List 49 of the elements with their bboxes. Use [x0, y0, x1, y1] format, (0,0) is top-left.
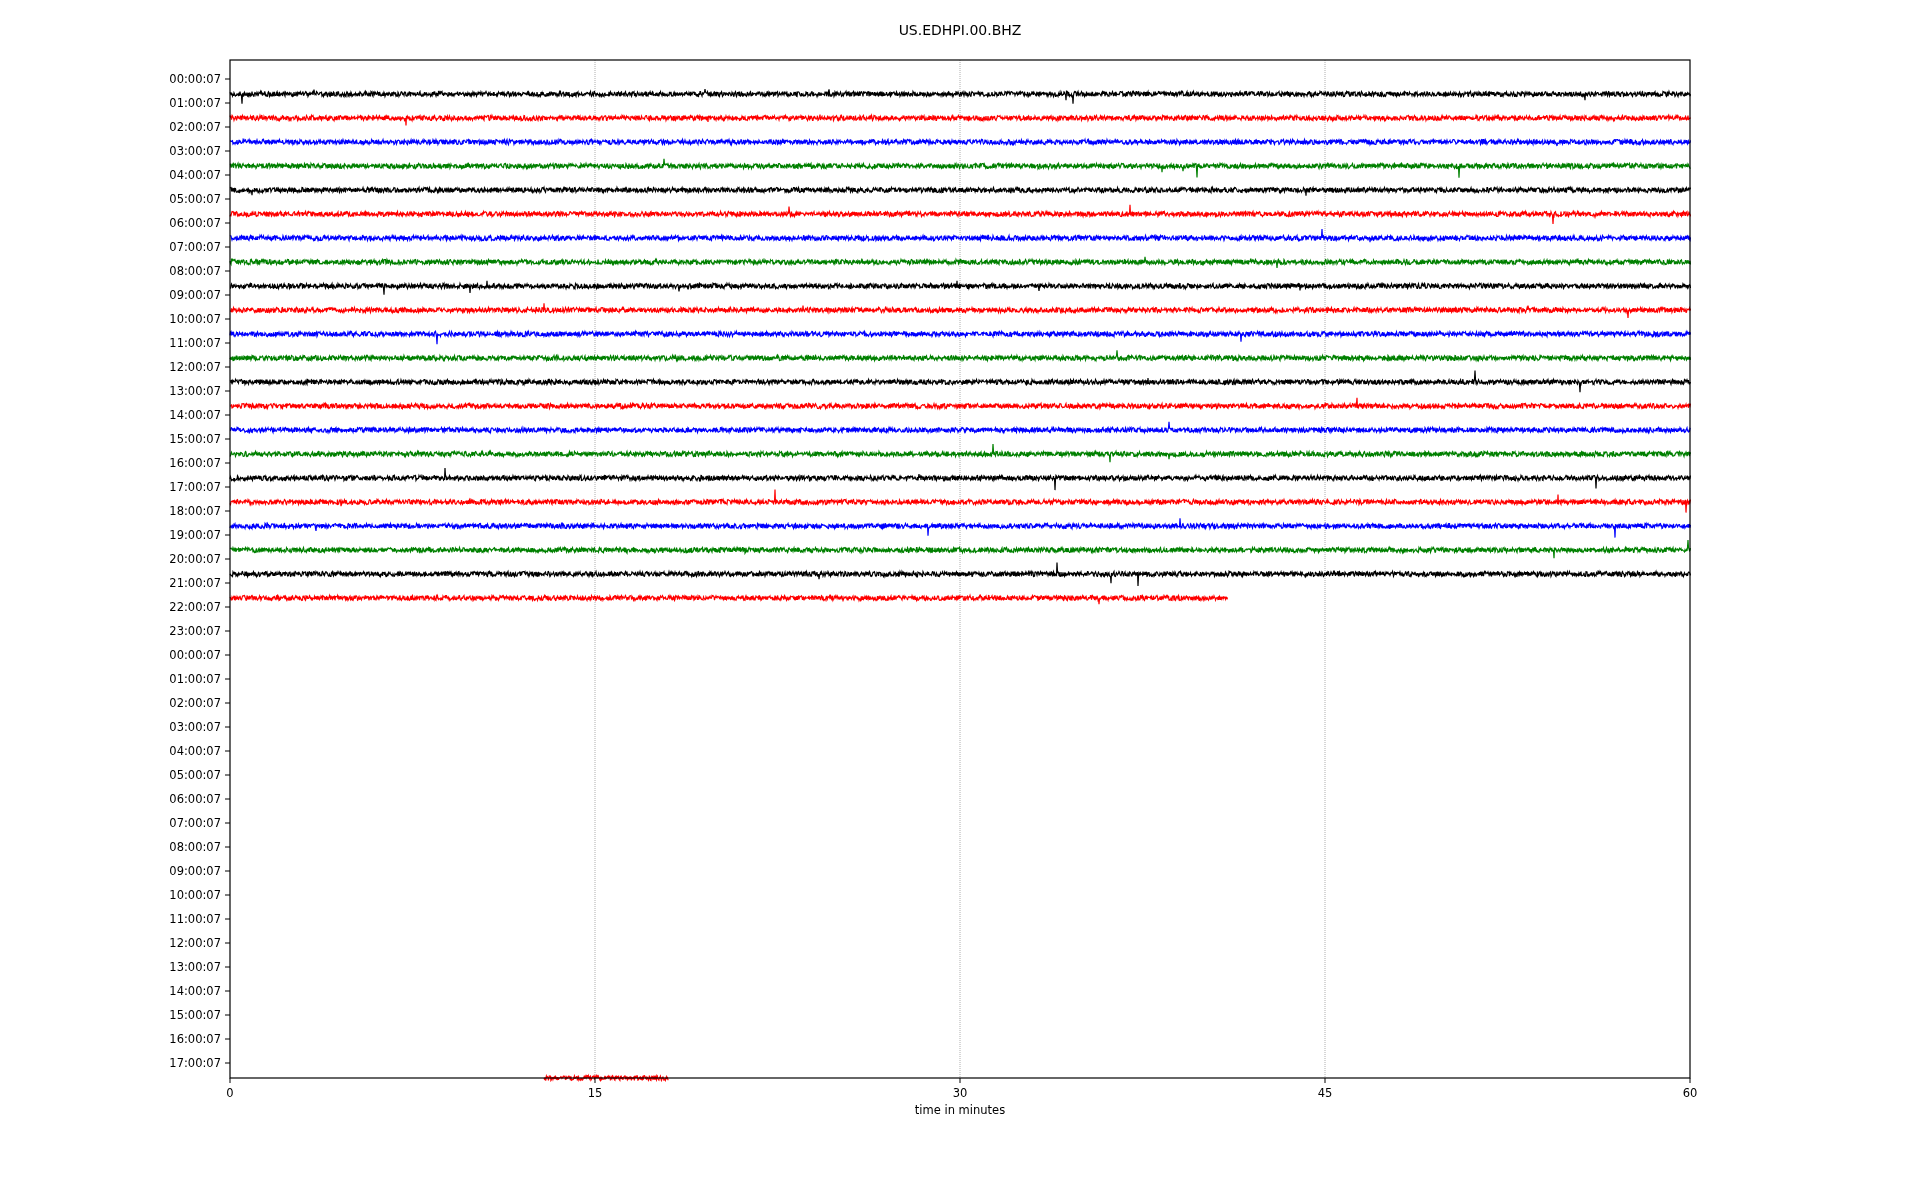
time-label: 08:00:07 — [169, 264, 221, 278]
time-label: 20:00:07 — [169, 552, 221, 566]
time-label: 10:00:07 — [169, 312, 221, 326]
time-label: 11:00:07 — [169, 336, 221, 350]
time-label: 12:00:07 — [169, 360, 221, 374]
x-tick-label: 45 — [1317, 1086, 1333, 1100]
time-label: 01:00:07 — [169, 96, 221, 110]
time-label: 09:00:07 — [169, 288, 221, 302]
time-label: 01:00:07 — [169, 672, 221, 686]
time-label: 07:00:07 — [169, 816, 221, 830]
time-label: 06:00:07 — [169, 216, 221, 230]
time-label: 02:00:07 — [169, 120, 221, 134]
time-label: 00:00:07 — [169, 72, 221, 86]
time-label: 17:00:07 — [169, 480, 221, 494]
time-label: 00:00:07 — [169, 648, 221, 662]
time-label: 16:00:07 — [169, 456, 221, 470]
time-label: 11:00:07 — [169, 912, 221, 926]
x-axis-label: time in minutes — [914, 1103, 1006, 1117]
time-label: 05:00:07 — [169, 192, 221, 206]
time-label: 15:00:07 — [169, 1008, 221, 1022]
plot-title: US.EDHPI.00.BHZ — [898, 22, 1022, 38]
time-label: 23:00:07 — [169, 624, 221, 638]
time-label: 04:00:07 — [169, 168, 221, 182]
time-label: 13:00:07 — [169, 384, 221, 398]
time-label: 03:00:07 — [169, 720, 221, 734]
x-tick-label: 60 — [1682, 1086, 1698, 1100]
time-label: 04:00:07 — [169, 744, 221, 758]
time-label: 18:00:07 — [169, 504, 221, 518]
time-label: 02:00:07 — [169, 696, 221, 710]
time-label: 12:00:07 — [169, 936, 221, 950]
time-label: 05:00:07 — [169, 768, 221, 782]
time-label: 09:00:07 — [169, 864, 221, 878]
time-label: 13:00:07 — [169, 960, 221, 974]
time-label: 14:00:07 — [169, 408, 221, 422]
time-label: 21:00:07 — [169, 576, 221, 590]
time-label: 08:00:07 — [169, 840, 221, 854]
time-label: 19:00:07 — [169, 528, 221, 542]
time-label: 16:00:07 — [169, 1032, 221, 1046]
time-label: 14:00:07 — [169, 984, 221, 998]
time-label: 10:00:07 — [169, 888, 221, 902]
time-label: 03:00:07 — [169, 144, 221, 158]
x-tick-label: 0 — [226, 1086, 234, 1100]
time-label: 15:00:07 — [169, 432, 221, 446]
time-label: 22:00:07 — [169, 600, 221, 614]
x-tick-label: 15 — [587, 1086, 603, 1100]
x-tick-label: 30 — [952, 1086, 968, 1100]
time-label: 06:00:07 — [169, 792, 221, 806]
time-label: 07:00:07 — [169, 240, 221, 254]
time-label: 17:00:07 — [169, 1056, 221, 1070]
